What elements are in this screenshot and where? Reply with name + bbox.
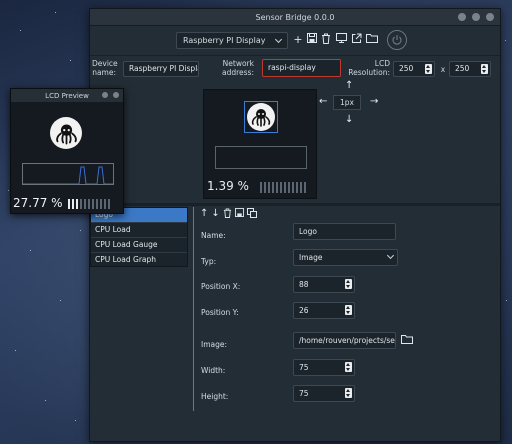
- height-value: 75: [299, 389, 309, 398]
- cpu-load-preview-text: 1.39 %: [207, 179, 249, 193]
- width-label: Width:: [201, 366, 226, 375]
- resolution-separator: x: [440, 65, 446, 74]
- arrow-left-icon[interactable]: ←: [319, 97, 327, 107]
- lcd-preview-window: LCD Preview 27.77 %: [10, 88, 124, 214]
- type-select[interactable]: Image: [293, 249, 398, 266]
- move-down-icon[interactable]: ↓: [211, 208, 219, 221]
- splitter-handle[interactable]: [90, 203, 500, 206]
- device-name-label: Device name:: [92, 59, 118, 77]
- step-size-field[interactable]: 1px: [333, 95, 361, 110]
- spin-buttons-icon[interactable]: [425, 64, 432, 74]
- display-preview-canvas[interactable]: 1.39 %: [203, 89, 317, 199]
- minimize-button[interactable]: [458, 13, 466, 21]
- name-label: Name:: [201, 231, 226, 240]
- position-y-field[interactable]: 26: [293, 302, 355, 319]
- image-label: Image:: [201, 340, 228, 349]
- display-select-value: Raspberry PI Display: [183, 36, 266, 45]
- display-select[interactable]: Raspberry PI Display: [176, 32, 288, 49]
- position-y-value: 26: [299, 306, 309, 315]
- cpu-load-bars: [68, 199, 110, 209]
- octopus-logo-icon: [247, 103, 275, 131]
- close-button[interactable]: [486, 13, 494, 21]
- resolution-width-field[interactable]: 250: [393, 61, 435, 77]
- copy-icon[interactable]: [246, 208, 257, 221]
- chevron-down-icon: [274, 35, 283, 43]
- cpu-load-gauge-preview[interactable]: [215, 146, 307, 169]
- octopus-logo-icon: [50, 117, 82, 149]
- spin-buttons-icon[interactable]: [345, 362, 352, 372]
- position-x-field[interactable]: 88: [293, 276, 355, 293]
- image-path-field[interactable]: /home/rouven/projects/sensor: [293, 332, 396, 349]
- list-item[interactable]: CPU Load: [91, 223, 187, 238]
- minimize-button[interactable]: [102, 92, 108, 98]
- resolution-width-value: 250: [399, 64, 414, 73]
- arrow-up-icon[interactable]: ↑: [345, 81, 353, 91]
- network-address-label: Network address:: [222, 59, 254, 77]
- type-label: Typ:: [201, 257, 217, 266]
- position-x-value: 88: [299, 280, 309, 289]
- arrow-down-icon[interactable]: ↓: [345, 115, 353, 125]
- spin-buttons-icon[interactable]: [345, 388, 352, 398]
- export-icon[interactable]: [350, 33, 362, 47]
- power-icon[interactable]: [387, 30, 407, 50]
- main-titlebar[interactable]: Sensor Bridge 0.0.0: [90, 9, 500, 26]
- main-window: Sensor Bridge 0.0.0 Raspberry PI Display…: [89, 8, 501, 442]
- widget-tools: ↑ ↓: [200, 208, 257, 221]
- trash-icon[interactable]: [223, 208, 232, 221]
- cpu-load-graph: [22, 163, 114, 185]
- chevron-down-icon: [386, 251, 395, 260]
- cpu-load-bars-preview: [260, 182, 306, 193]
- lcd-preview-titlebar[interactable]: LCD Preview: [11, 89, 123, 102]
- save-icon[interactable]: [234, 208, 244, 221]
- height-label: Height:: [201, 392, 229, 401]
- config-row: Device name: Raspberry PI Display Networ…: [90, 55, 500, 83]
- width-value: 75: [299, 363, 309, 372]
- window-title: Sensor Bridge 0.0.0: [255, 12, 335, 22]
- network-address-field[interactable]: raspi-display: [262, 59, 341, 77]
- type-select-value: Image: [299, 253, 323, 262]
- resolution-height-field[interactable]: 250: [449, 61, 491, 77]
- device-name-field[interactable]: Raspberry PI Display: [123, 61, 199, 77]
- maximize-button[interactable]: [472, 13, 480, 21]
- save-icon[interactable]: [306, 33, 318, 47]
- lcd-preview-title: LCD Preview: [45, 91, 89, 100]
- list-item[interactable]: CPU Load Graph: [91, 253, 187, 268]
- position-x-label: Position X:: [201, 282, 241, 291]
- window-controls: [458, 13, 494, 21]
- spin-buttons-icon[interactable]: [345, 279, 352, 289]
- vertical-divider: [193, 207, 194, 411]
- height-field[interactable]: 75: [293, 385, 355, 402]
- width-field[interactable]: 75: [293, 359, 355, 376]
- position-y-label: Position Y:: [201, 308, 239, 317]
- spin-buttons-icon[interactable]: [345, 305, 352, 315]
- folder-icon[interactable]: [401, 334, 413, 346]
- arrow-right-icon[interactable]: →: [370, 97, 378, 107]
- spin-buttons-icon[interactable]: [481, 64, 488, 74]
- close-button[interactable]: [113, 92, 119, 98]
- resolution-height-value: 250: [455, 64, 470, 73]
- plus-icon[interactable]: +: [292, 33, 304, 47]
- cpu-load-text: 27.77 %: [13, 196, 63, 210]
- name-field[interactable]: Logo: [293, 223, 396, 240]
- move-up-icon[interactable]: ↑: [200, 208, 208, 221]
- window-controls: [102, 92, 119, 98]
- widget-list: Logo CPU Load CPU Load Gauge CPU Load Gr…: [90, 207, 188, 267]
- lcd-resolution-label: LCD Resolution:: [348, 59, 390, 77]
- monitor-icon[interactable]: [335, 33, 347, 47]
- folder-icon[interactable]: [366, 33, 378, 47]
- toolbar: Raspberry PI Display +: [90, 27, 500, 55]
- trash-icon[interactable]: [320, 33, 332, 47]
- logo-widget-preview[interactable]: [244, 101, 278, 133]
- list-item[interactable]: CPU Load Gauge: [91, 238, 187, 253]
